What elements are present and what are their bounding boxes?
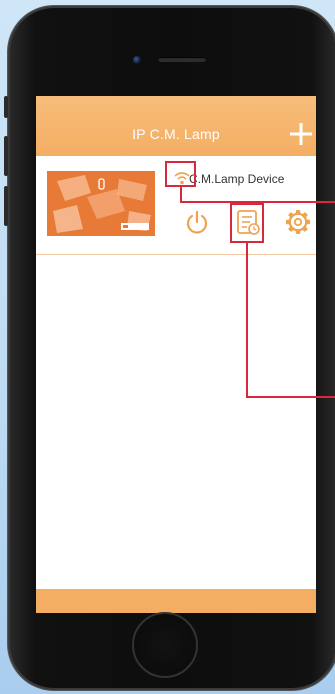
wifi-status-highlight <box>165 161 196 187</box>
volume-up-button <box>4 136 8 176</box>
device-name: C.M.Lamp Device <box>189 172 285 186</box>
plus-icon[interactable] <box>287 120 315 148</box>
device-thumbnail[interactable] <box>47 171 155 236</box>
app-header: IP C.M. Lamp <box>36 96 316 156</box>
front-camera <box>133 56 141 64</box>
side-button <box>4 96 8 118</box>
app-title: IP C.M. Lamp <box>132 126 220 142</box>
callout-line <box>246 396 335 398</box>
home-button[interactable] <box>132 612 198 678</box>
schedule-highlight <box>230 203 264 243</box>
callout-line <box>246 241 248 398</box>
gear-icon[interactable] <box>284 208 312 236</box>
app-footer-bar <box>36 589 316 613</box>
power-icon[interactable] <box>184 210 210 236</box>
volume-down-button <box>4 186 8 226</box>
callout-line <box>180 186 182 202</box>
callout-line <box>180 201 335 203</box>
earpiece-speaker <box>158 57 206 62</box>
